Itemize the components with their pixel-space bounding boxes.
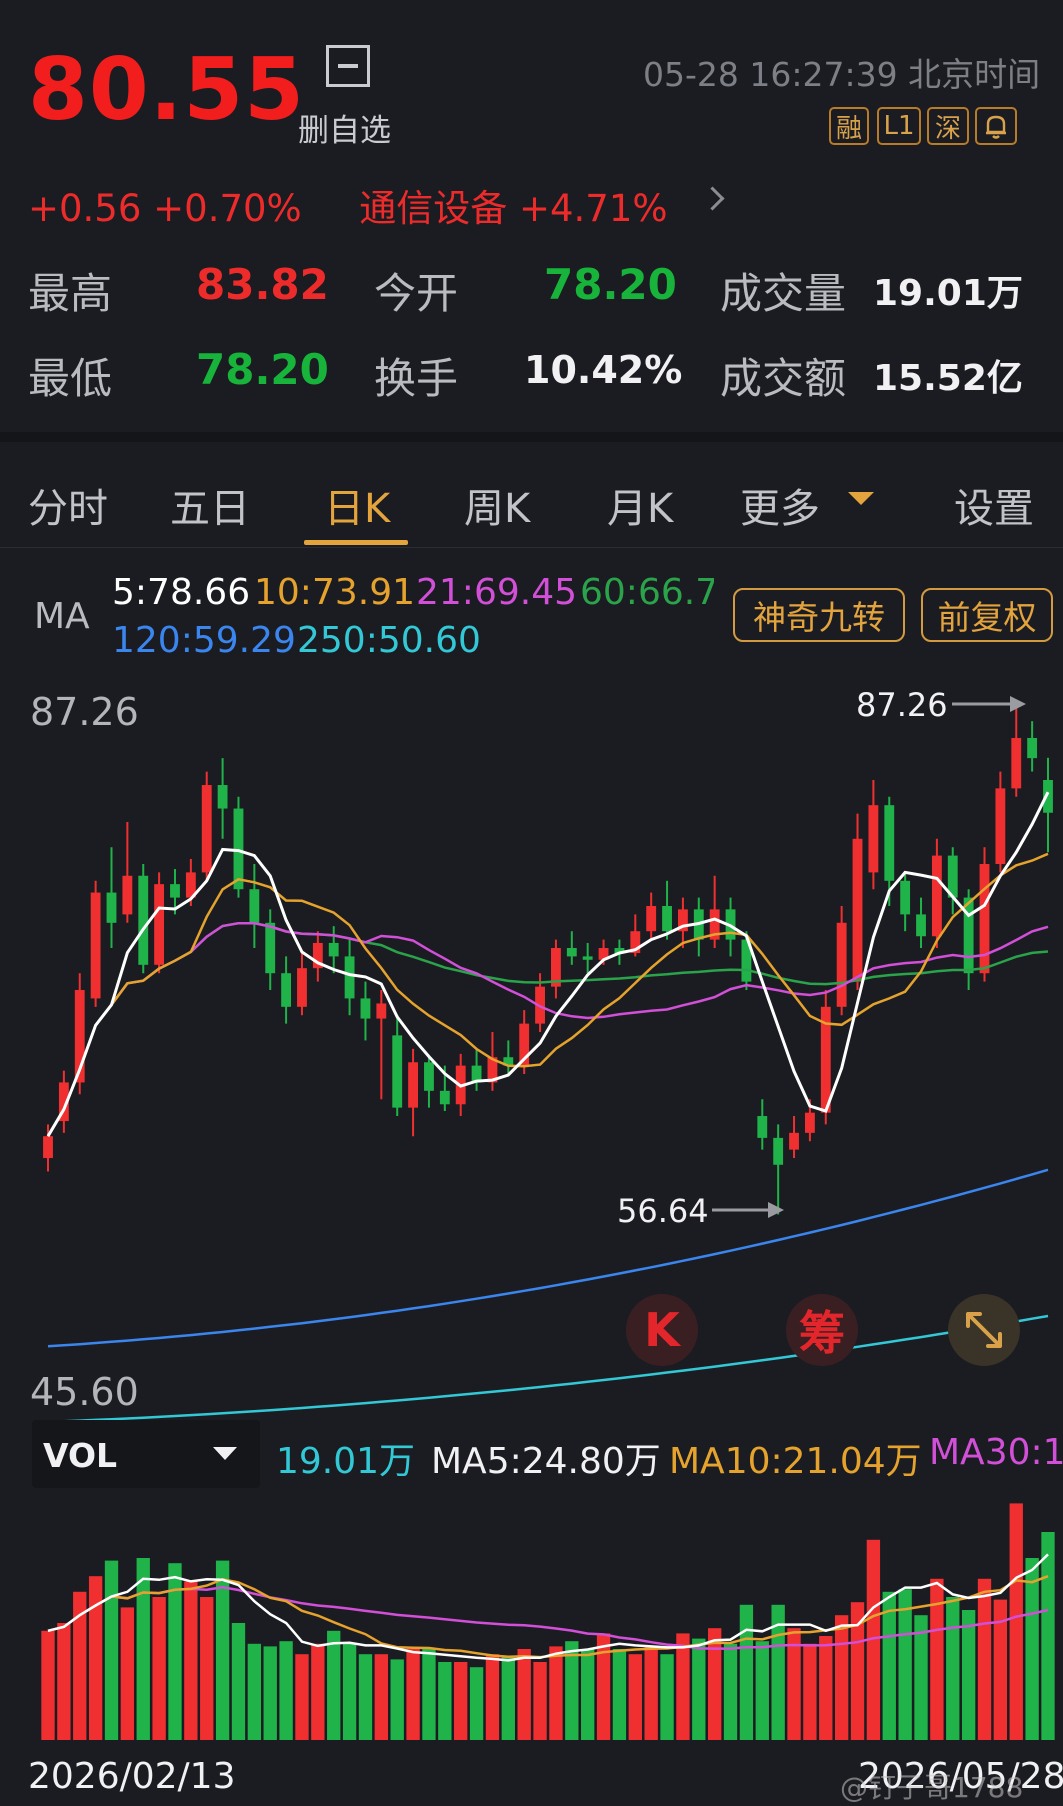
volume-bar bbox=[803, 1643, 817, 1740]
volume-bar bbox=[898, 1589, 912, 1740]
volume-bar bbox=[279, 1641, 293, 1740]
volume-bar bbox=[311, 1643, 325, 1740]
volume-chart[interactable] bbox=[0, 0, 1063, 1806]
volume-bar bbox=[581, 1649, 595, 1740]
volume-bar bbox=[501, 1656, 515, 1740]
volume-bar bbox=[342, 1643, 357, 1740]
volume-bar bbox=[358, 1654, 373, 1740]
volume-bar bbox=[438, 1662, 452, 1740]
volume-bar bbox=[946, 1597, 960, 1740]
volume-bar bbox=[819, 1636, 833, 1740]
volume-bar bbox=[485, 1654, 500, 1740]
volume-bar bbox=[469, 1667, 484, 1740]
volume-bar bbox=[676, 1633, 690, 1740]
volume-bar bbox=[1025, 1558, 1039, 1740]
volume-bar bbox=[755, 1641, 769, 1740]
volume-bar bbox=[406, 1649, 420, 1740]
volume-bar bbox=[739, 1604, 754, 1740]
volume-bar bbox=[723, 1643, 738, 1740]
volume-bar bbox=[295, 1654, 309, 1740]
watermark: @钉子哥1788 bbox=[840, 1771, 1024, 1804]
volume-bar bbox=[327, 1630, 341, 1740]
volume-bar bbox=[692, 1638, 706, 1740]
volume-bar bbox=[41, 1630, 55, 1740]
volume-bar bbox=[374, 1654, 388, 1740]
volume-bar bbox=[644, 1646, 658, 1740]
volume-bar bbox=[612, 1649, 627, 1740]
volume-bar bbox=[882, 1591, 896, 1740]
volume-bar bbox=[200, 1597, 214, 1740]
volume-bar bbox=[120, 1607, 135, 1740]
volume-bar bbox=[263, 1646, 277, 1740]
volume-bar bbox=[628, 1654, 642, 1740]
vol-ma5-line bbox=[47, 1553, 1049, 1662]
volume-bar bbox=[422, 1649, 436, 1740]
volume-bar bbox=[136, 1558, 150, 1740]
volume-bar bbox=[961, 1610, 976, 1740]
volume-bar bbox=[152, 1597, 166, 1740]
vol-ma10-line bbox=[47, 1575, 1049, 1659]
volume-bar bbox=[549, 1646, 563, 1740]
start-date: 2026/02/13 bbox=[28, 1756, 236, 1797]
volume-bar bbox=[596, 1633, 611, 1740]
volume-bar bbox=[454, 1662, 468, 1740]
volume-bar bbox=[1009, 1503, 1023, 1740]
volume-bar bbox=[104, 1560, 119, 1740]
volume-bar bbox=[88, 1576, 103, 1740]
volume-bar bbox=[231, 1623, 246, 1740]
volume-bar bbox=[390, 1659, 404, 1740]
vol-ma30-line bbox=[47, 1586, 1049, 1650]
volume-bar bbox=[247, 1643, 262, 1740]
volume-bar bbox=[708, 1628, 722, 1740]
volume-bar bbox=[977, 1578, 992, 1740]
volume-bar bbox=[1041, 1532, 1055, 1740]
volume-bar bbox=[533, 1662, 547, 1740]
volume-bar bbox=[184, 1581, 198, 1740]
volume-bar bbox=[834, 1615, 849, 1740]
volume-bar bbox=[57, 1623, 71, 1740]
volume-bar bbox=[517, 1649, 531, 1740]
volume-bar bbox=[660, 1654, 674, 1740]
